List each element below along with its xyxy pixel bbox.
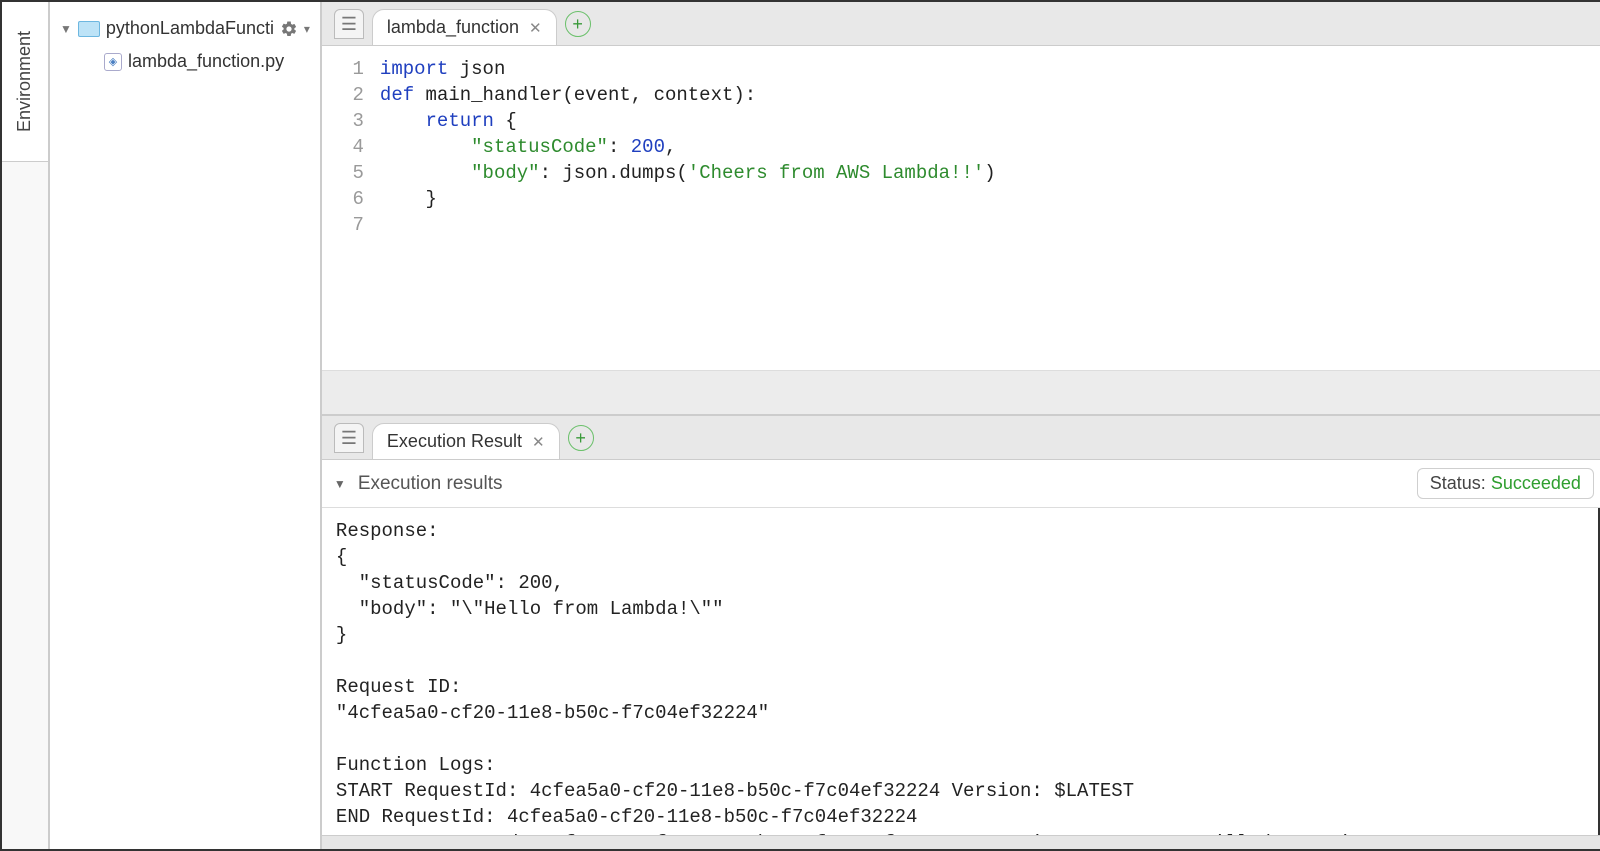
editor-tabbar: ☰ lambda_function ✕ +	[322, 2, 1600, 46]
results-text[interactable]: Response: { "statusCode": 200, "body": "…	[322, 508, 1600, 835]
line-number: 7	[322, 212, 364, 238]
results-tabbar: ☰ Execution Result ✕ +	[322, 416, 1600, 460]
code-editor[interactable]: 1 2 3 4 5 6 7 import json def main_handl…	[322, 46, 1600, 416]
file-tree: ▼ pythonLambdaFunction ▾ lambda_function…	[50, 2, 322, 849]
close-icon[interactable]: ✕	[532, 433, 545, 451]
dropdown-icon[interactable]: ▾	[304, 22, 310, 36]
editor-statusbar: 7:1 Python Spaces: 4	[322, 370, 1600, 414]
close-icon[interactable]: ✕	[529, 19, 542, 37]
line-number: 5	[322, 160, 364, 186]
add-tab-button[interactable]: +	[568, 425, 594, 451]
tab-list-icon[interactable]: ☰	[334, 423, 364, 453]
collapse-icon[interactable]: ▼	[60, 22, 72, 36]
results-body: Response: { "statusCode": 200, "body": "…	[322, 508, 1600, 835]
execution-results-panel: ▼ Execution results Status: Succeeded Ma…	[322, 460, 1600, 849]
results-tab-label: Execution Result	[387, 431, 522, 452]
root-folder-label: pythonLambdaFunction	[106, 18, 274, 39]
tab-list-icon[interactable]: ☰	[334, 9, 364, 39]
horizontal-scrollbar[interactable]	[322, 835, 1600, 849]
tree-file-label: lambda_function.py	[128, 51, 284, 72]
status-chip: Status: Succeeded	[1417, 468, 1594, 499]
results-title: Execution results	[358, 473, 503, 495]
results-tab[interactable]: Execution Result ✕	[372, 423, 560, 459]
results-header: ▼ Execution results Status: Succeeded Ma…	[322, 460, 1600, 508]
line-number: 1	[322, 56, 364, 82]
line-number: 3	[322, 108, 364, 134]
environment-tab-label: Environment	[15, 31, 36, 132]
code-content[interactable]: import json def main_handler(event, cont…	[374, 46, 1600, 414]
tree-root[interactable]: ▼ pythonLambdaFunction ▾	[56, 12, 314, 45]
add-tab-button[interactable]: +	[565, 11, 591, 37]
environment-rail: Environment	[2, 2, 50, 849]
collapse-icon[interactable]: ▼	[334, 477, 346, 491]
environment-tab[interactable]: Environment	[2, 2, 48, 162]
main-area: ☰ lambda_function ✕ + 1 2 3 4 5 6 7 impo…	[322, 2, 1600, 849]
tree-file[interactable]: lambda_function.py	[56, 45, 314, 78]
line-number: 4	[322, 134, 364, 160]
line-number: 6	[322, 186, 364, 212]
editor-tab-label: lambda_function	[387, 17, 519, 38]
python-file-icon	[104, 53, 122, 71]
line-gutter: 1 2 3 4 5 6 7	[322, 46, 374, 414]
editor-tab[interactable]: lambda_function ✕	[372, 9, 557, 45]
folder-icon	[78, 21, 100, 37]
gear-icon[interactable]	[280, 20, 298, 38]
line-number: 2	[322, 82, 364, 108]
